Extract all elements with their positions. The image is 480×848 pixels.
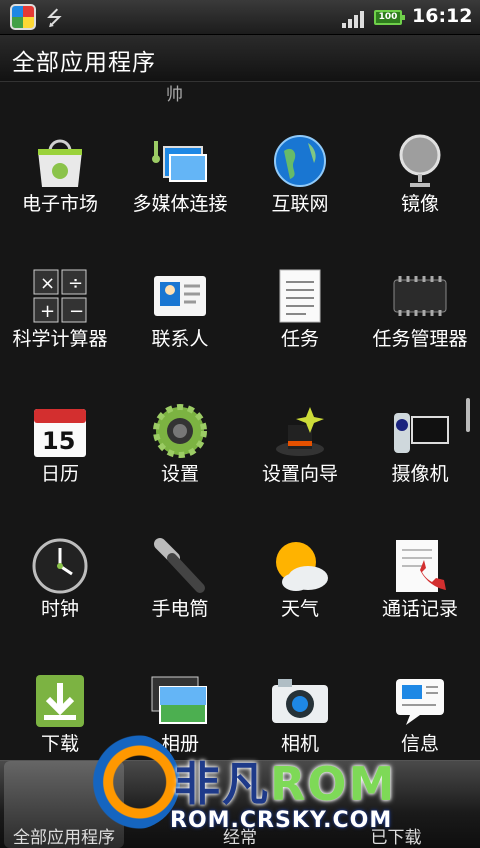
status-bar: ⭍ 100 16:12 xyxy=(0,0,480,35)
watermark-url: ROM.CRSKY.COM xyxy=(170,808,393,833)
download-icon xyxy=(30,673,90,729)
app-item[interactable]: 15 日历 xyxy=(0,385,120,520)
app-label: 天气 xyxy=(280,598,319,620)
app-label: 联系人 xyxy=(151,328,209,350)
app-label: 摄像机 xyxy=(391,463,449,485)
app-notification-icon xyxy=(10,4,36,30)
mirror-icon xyxy=(390,133,450,189)
svg-text:+: + xyxy=(40,301,55,322)
page-title: 全部应用程序 xyxy=(12,50,156,76)
chip-icon xyxy=(390,268,450,324)
svg-text:15: 15 xyxy=(42,427,75,455)
call-log-icon xyxy=(390,538,450,594)
camcorder-icon xyxy=(390,403,450,459)
scroll-hint: 帅 xyxy=(166,85,183,105)
globe-icon xyxy=(270,133,330,189)
app-item[interactable]: 通话记录 xyxy=(360,520,480,655)
watermark: 非凡ROM ROM.CRSKY.COM xyxy=(84,728,414,844)
contacts-icon xyxy=(150,268,210,324)
app-label: 镜像 xyxy=(400,193,439,215)
camera-icon xyxy=(270,673,330,729)
tasks-icon xyxy=(270,268,330,324)
svg-text:−: − xyxy=(69,301,84,322)
watermark-brand: 非凡ROM xyxy=(174,757,397,811)
flashlight-icon xyxy=(150,538,210,594)
messages-icon xyxy=(390,673,450,729)
app-item[interactable]: 天气 xyxy=(240,520,360,655)
app-item[interactable]: 任务 xyxy=(240,250,360,385)
settings-gear-icon xyxy=(150,403,210,459)
scrollbar[interactable] xyxy=(466,398,470,432)
app-item[interactable]: 时钟 xyxy=(0,520,120,655)
app-item[interactable]: 手电筒 xyxy=(120,520,240,655)
app-item[interactable]: 摄像机 xyxy=(360,385,480,520)
calculator-icon: × ÷ + − xyxy=(30,268,90,324)
app-item[interactable]: 联系人 xyxy=(120,250,240,385)
app-item[interactable]: 互联网 xyxy=(240,115,360,250)
app-label: 设置向导 xyxy=(261,463,338,485)
app-label: 设置 xyxy=(160,463,199,485)
svg-text:÷: ÷ xyxy=(68,273,83,294)
app-item[interactable]: 设置 xyxy=(120,385,240,520)
svg-text:×: × xyxy=(40,273,55,294)
app-item[interactable]: 镜像 xyxy=(360,115,480,250)
battery-icon: 100 xyxy=(374,10,405,25)
app-label: 任务管理器 xyxy=(372,328,468,350)
market-icon xyxy=(30,133,90,189)
app-label: 电子市场 xyxy=(21,193,98,215)
app-label: 多媒体连接 xyxy=(132,193,228,215)
app-item[interactable]: 电子市场 xyxy=(0,115,120,250)
app-label: 日历 xyxy=(40,463,79,485)
app-item[interactable]: 任务管理器 xyxy=(360,250,480,385)
weather-icon xyxy=(270,538,330,594)
title-bar: 全部应用程序 xyxy=(0,35,480,82)
app-item[interactable]: 设置向导 xyxy=(240,385,360,520)
app-label: 科学计算器 xyxy=(12,328,108,350)
wizard-hat-icon xyxy=(270,403,330,459)
usb-icon: ⭍ xyxy=(46,6,63,30)
calendar-icon: 15 xyxy=(30,403,90,459)
app-item[interactable]: × ÷ + − 科学计算器 xyxy=(0,250,120,385)
watermark-logo-icon xyxy=(84,734,180,830)
app-label: 时钟 xyxy=(40,598,79,620)
app-label: 通话记录 xyxy=(381,598,458,620)
app-label: 任务 xyxy=(280,328,319,350)
clock-icon xyxy=(30,538,90,594)
media-link-icon xyxy=(150,133,210,189)
signal-icon xyxy=(342,8,368,28)
gallery-icon xyxy=(150,673,210,729)
app-label: 互联网 xyxy=(271,193,329,215)
app-item[interactable]: 多媒体连接 xyxy=(120,115,240,250)
status-time: 16:12 xyxy=(412,5,473,27)
app-label: 手电筒 xyxy=(151,598,209,620)
